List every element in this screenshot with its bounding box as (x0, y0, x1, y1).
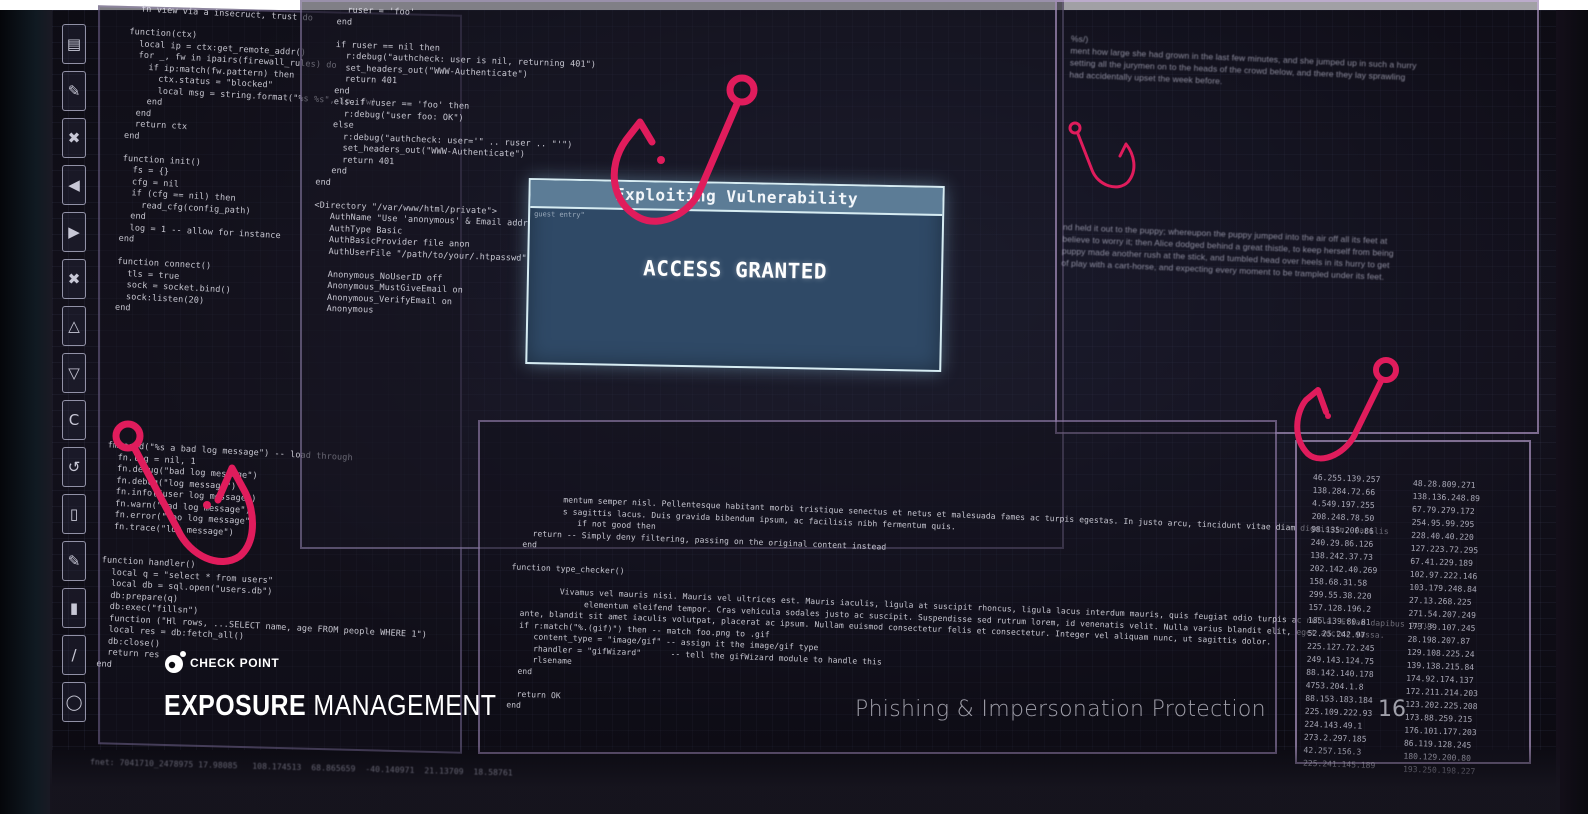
product-name-bold: EXPOSURE (164, 690, 307, 722)
slide-title: Phishing & Impersonation Protection (855, 697, 1266, 722)
check-point-logo-icon (165, 651, 186, 673)
hook-barb-dot (657, 156, 665, 164)
company-name: CHECK POINT (190, 656, 280, 670)
product-name: EXPOSURE MANAGEMENT (164, 690, 496, 723)
brand-block: CHECK POINT EXPOSURE MANAGEMENT (164, 650, 496, 730)
fish-hook-icon (610, 74, 758, 225)
screen-background: ▤ ✎ ✖ ◀ ▶ ✖ △ ▽ C ↺ ▯ ✎ ▮ / ◯ fn view via a insecruct,… (0, 0, 1588, 814)
page-number: 16 (1378, 697, 1406, 722)
fish-hook-icon (112, 420, 256, 565)
fish-hook-icon (1068, 121, 1136, 189)
product-name-light: MANAGEMENT (313, 690, 497, 722)
hook-barb-dot (1325, 413, 1331, 419)
fish-hook-icon (1294, 357, 1399, 462)
hook-barb-dot (203, 501, 211, 509)
